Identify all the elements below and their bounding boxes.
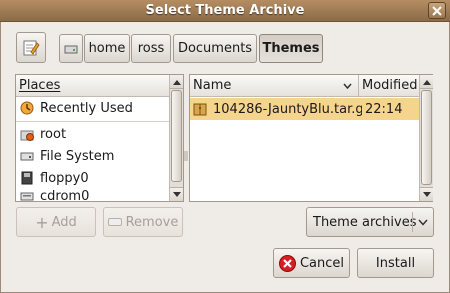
drive-icon bbox=[20, 152, 34, 161]
places-header-label: Places bbox=[19, 78, 61, 93]
cancel-button[interactable]: Cancel bbox=[273, 248, 350, 278]
places-scroll-up[interactable] bbox=[170, 75, 183, 89]
remove-bookmark-button[interactable]: Remove bbox=[103, 207, 183, 237]
edit-location-icon bbox=[23, 40, 40, 55]
arrow-up-icon bbox=[172, 79, 181, 85]
remove-icon bbox=[107, 218, 122, 226]
places-item-label: root bbox=[40, 126, 67, 142]
places-item-floppy0[interactable]: floppy0 bbox=[16, 167, 170, 189]
sort-chevron-down-icon bbox=[343, 83, 352, 89]
arrow-down-icon bbox=[422, 191, 431, 197]
crumb-label: Themes bbox=[262, 41, 320, 56]
files-scroll-down[interactable] bbox=[420, 187, 433, 201]
arrow-down-icon bbox=[172, 191, 181, 197]
type-location-button[interactable] bbox=[16, 32, 46, 63]
crumb-label: Documents bbox=[177, 41, 253, 56]
column-header-modified-label: Modified bbox=[362, 78, 418, 93]
file-name: 104286-JauntyBlu.tar.gz bbox=[213, 101, 362, 117]
places-scroll-down[interactable] bbox=[170, 187, 183, 201]
title-bar: Select Theme Archive bbox=[0, 0, 450, 22]
places-header[interactable]: Places bbox=[16, 75, 170, 97]
arrow-up-icon bbox=[422, 79, 431, 85]
files-scroll-thumb[interactable] bbox=[421, 90, 432, 185]
places-separator bbox=[16, 121, 170, 122]
home-folder-icon bbox=[20, 130, 34, 141]
pathbar-crumb-documents[interactable]: Documents bbox=[173, 34, 257, 63]
places-item-label: File System bbox=[40, 148, 115, 164]
column-header-name-label: Name bbox=[193, 78, 232, 93]
add-icon: + bbox=[35, 212, 49, 232]
window-title: Select Theme Archive bbox=[145, 3, 305, 18]
add-bookmark-button[interactable]: + Add bbox=[16, 207, 96, 237]
places-item-label: cdrom0 bbox=[40, 189, 90, 203]
crumb-label: ross bbox=[137, 41, 165, 56]
file-filter-value: Theme archives bbox=[313, 214, 417, 230]
pathbar-crumb-themes[interactable]: Themes bbox=[259, 34, 323, 63]
places-scrollbar[interactable] bbox=[169, 75, 183, 201]
install-button[interactable]: Install bbox=[357, 248, 434, 278]
column-header-modified[interactable]: Modified bbox=[359, 75, 419, 97]
places-item-root[interactable]: root bbox=[16, 123, 170, 145]
files-pane: Name Modified 104286-JauntyBlu.tar.gz 22… bbox=[189, 74, 433, 202]
column-header-name[interactable]: Name bbox=[190, 75, 359, 97]
install-label: Install bbox=[375, 255, 416, 271]
file-modified: 22:14 bbox=[365, 101, 403, 117]
places-item-label: floppy0 bbox=[40, 170, 89, 186]
places-item-label: Recently Used bbox=[40, 100, 133, 116]
pathbar-crumb-ross[interactable]: ross bbox=[131, 34, 171, 63]
recent-icon bbox=[20, 101, 34, 115]
cancel-label: Cancel bbox=[299, 255, 345, 271]
cdrom-icon bbox=[20, 192, 34, 201]
drive-icon bbox=[64, 45, 78, 53]
pathbar-root-button[interactable] bbox=[59, 34, 83, 63]
archive-file-icon bbox=[193, 103, 207, 116]
places-item-recently-used[interactable]: Recently Used bbox=[16, 97, 170, 119]
close-icon bbox=[432, 5, 442, 16]
places-item-file-system[interactable]: File System bbox=[16, 145, 170, 167]
pathbar-crumb-home[interactable]: home bbox=[84, 34, 130, 63]
filter-divider bbox=[412, 212, 413, 232]
files-scroll-up[interactable] bbox=[420, 75, 433, 89]
chevron-down-icon bbox=[418, 219, 428, 226]
places-item-cdrom0[interactable]: cdrom0 bbox=[16, 189, 170, 203]
crumb-label: home bbox=[88, 41, 126, 56]
close-button[interactable] bbox=[428, 2, 446, 19]
remove-bookmark-label: Remove bbox=[125, 214, 179, 230]
cancel-icon bbox=[278, 254, 296, 272]
file-row[interactable]: 104286-JauntyBlu.tar.gz 22:14 bbox=[190, 98, 419, 120]
places-scroll-thumb[interactable] bbox=[171, 90, 182, 182]
places-pane: Places Recently Used root File System fl… bbox=[15, 74, 184, 203]
floppy-icon bbox=[21, 171, 33, 185]
file-filter-select[interactable]: Theme archives bbox=[306, 207, 434, 237]
files-scrollbar[interactable] bbox=[419, 75, 433, 201]
add-bookmark-label: Add bbox=[51, 214, 77, 230]
